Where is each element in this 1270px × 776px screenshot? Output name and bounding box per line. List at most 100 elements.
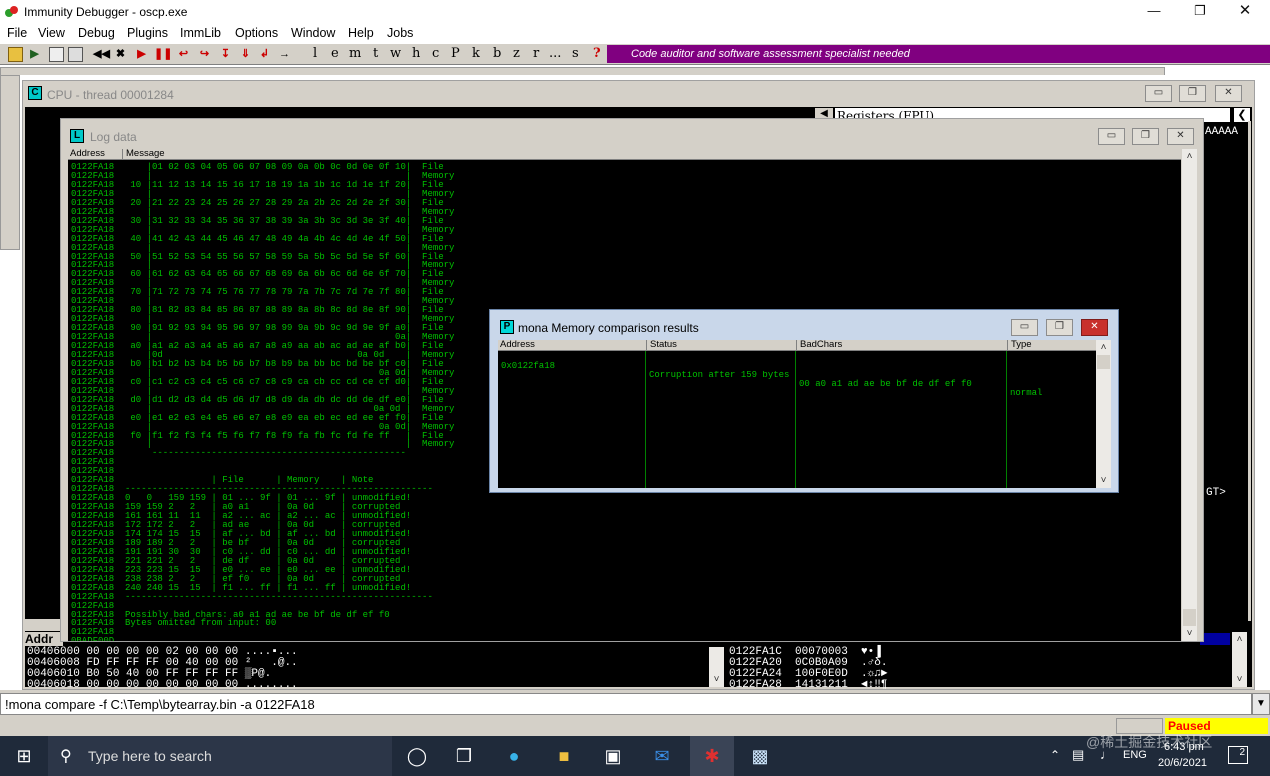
trace-over-icon[interactable]: ⇓ — [238, 47, 253, 62]
task-view-icon[interactable]: ❐ — [450, 742, 478, 770]
stack-scrollbar[interactable]: ˄ ˅ — [1232, 632, 1247, 687]
restart-icon[interactable]: ◀◀ — [93, 47, 110, 62]
mona-restore-button[interactable]: ❐ — [1046, 319, 1073, 336]
command-input[interactable] — [1, 694, 1251, 714]
cpu-titlebar[interactable]: C CPU - thread 00001284 ▭ ❐ ✕ — [23, 81, 1254, 105]
cpu-close-button[interactable]: ✕ — [1215, 85, 1242, 102]
log-scroll-down-icon[interactable]: ˅ — [1182, 626, 1197, 641]
log-scrollbar[interactable]: ˄ ˅ — [1182, 149, 1197, 641]
toolbar-e[interactable]: e — [331, 46, 339, 61]
notepad-icon[interactable]: ▩ — [746, 742, 774, 770]
edge-icon[interactable]: ● — [500, 742, 528, 770]
menu-debug[interactable]: Debug — [78, 26, 115, 40]
log-row-message: ----------------------------------------… — [125, 448, 406, 459]
minimize-button[interactable]: — — [1131, 0, 1177, 23]
toolbar-k[interactable]: k — [472, 46, 480, 61]
taskbar-search[interactable]: ⚲ Type here to search — [48, 736, 392, 776]
mona-col-badchars[interactable]: BadChars — [796, 340, 842, 350]
dump-scroll-down-icon[interactable]: ˅ — [709, 672, 724, 687]
toolbar-r[interactable]: r — [533, 46, 539, 61]
command-dropdown-icon[interactable]: ▼ — [1252, 693, 1270, 715]
menu-file[interactable]: File — [7, 26, 27, 40]
mona-titlebar[interactable]: P mona Memory comparison results ▭ ❐ ✕ — [490, 310, 1118, 340]
attach-icon[interactable]: ▶ — [27, 47, 42, 62]
goto-icon[interactable]: → — [277, 47, 292, 62]
notification-icon[interactable]: 2 — [1228, 746, 1248, 764]
log-scroll-up-icon[interactable]: ˄ — [1182, 149, 1197, 164]
dump-scrollbar[interactable]: ˅ — [709, 647, 724, 687]
menu-window[interactable]: Window — [291, 26, 335, 40]
toolbar-m[interactable]: m — [349, 46, 361, 61]
dump-row: 00406000 00 00 00 00 02 00 00 00 ....▪..… — [27, 646, 298, 658]
mona-scroll-thumb[interactable] — [1097, 355, 1110, 369]
mona-window-icon: P — [500, 320, 514, 334]
trace-into-icon[interactable]: ↧ — [218, 47, 233, 62]
search-icon: ⚲ — [60, 748, 72, 765]
registers-scroll-right-icon[interactable]: ❮ — [1234, 108, 1250, 122]
dump-pane[interactable]: 00406000 00 00 00 00 02 00 00 00 ....▪..… — [27, 646, 707, 691]
mona-close-button[interactable]: ✕ — [1081, 319, 1108, 336]
menu-immlib[interactable]: ImmLib — [180, 26, 221, 40]
toolbar-help[interactable]: ? — [593, 46, 601, 61]
mona-scrollbar[interactable]: ˄ ˅ — [1096, 340, 1111, 488]
cortana-icon[interactable]: ◯ — [403, 742, 431, 770]
toolbar-h[interactable]: h — [412, 46, 420, 61]
terminate-icon[interactable]: ✖ — [113, 47, 128, 62]
log-col-address[interactable]: Address — [70, 149, 105, 159]
toolbar-b[interactable]: b — [493, 46, 501, 61]
mona-scroll-up-icon[interactable]: ˄ — [1096, 340, 1111, 355]
immunity-taskbar-icon[interactable]: ✱ — [690, 736, 734, 776]
step-into-icon[interactable]: ↩ — [176, 47, 191, 62]
start-icon[interactable]: ⊞ — [10, 742, 38, 770]
mona-col-address[interactable]: Address — [500, 340, 535, 350]
stack-pane[interactable]: 0122FA1C 00070003 ♥•▐ 0122FA20 0C0B0A09 … — [729, 647, 1219, 691]
menu-jobs[interactable]: Jobs — [387, 26, 413, 40]
toolbar-s[interactable]: s — [572, 46, 579, 61]
mona-scroll-down-icon[interactable]: ˅ — [1096, 473, 1111, 488]
mona-result-row[interactable]: 0x0122fa18 Corruption after 159 bytes 00… — [498, 353, 1096, 398]
mona-col-type[interactable]: Type — [1007, 340, 1032, 350]
view-icon[interactable] — [49, 47, 64, 62]
toolbar-w[interactable]: w — [390, 46, 401, 61]
menu-view[interactable]: View — [38, 26, 65, 40]
menu-options[interactable]: Options — [235, 26, 278, 40]
mdi-workspace: C CPU - thread 00001284 ▭ ❐ ✕ ◀ Register… — [0, 65, 1270, 691]
log-close-button[interactable]: ✕ — [1167, 128, 1194, 145]
menu-help[interactable]: Help — [348, 26, 374, 40]
log-minimize-button[interactable]: ▭ — [1098, 128, 1125, 145]
toolbar-l[interactable]: l — [313, 46, 317, 61]
toolbar-c[interactable]: c — [432, 46, 439, 61]
pause-icon[interactable]: ❚❚ — [154, 47, 172, 62]
run-icon[interactable]: ▶ — [134, 47, 149, 62]
mona-col-status[interactable]: Status — [646, 340, 677, 350]
stack-row: 0122FA28 14131211 ◄↕‼¶ — [729, 679, 888, 691]
close-button[interactable]: ✕ — [1222, 0, 1268, 23]
mona-minimize-button[interactable]: ▭ — [1011, 319, 1038, 336]
toolbar-p[interactable]: P — [451, 46, 460, 61]
maximize-button[interactable]: ❐ — [1177, 0, 1223, 23]
toolbar-dots[interactable]: ... — [549, 46, 561, 61]
clock-date[interactable]: 20/6/2021 — [1158, 757, 1207, 769]
menu-plugins[interactable]: Plugins — [127, 26, 168, 40]
log-titlebar[interactable]: L Log data ▭ ❐ ✕ — [61, 119, 1203, 145]
stack-scroll-down-icon[interactable]: ˅ — [1232, 672, 1247, 687]
toolbar-z[interactable]: z — [513, 46, 520, 61]
step-over-icon[interactable]: ↪ — [197, 47, 212, 62]
mona-results-pane[interactable]: 0x0122fa18 Corruption after 159 bytes 00… — [498, 351, 1096, 488]
cpu-restore-button[interactable]: ❐ — [1179, 85, 1206, 102]
mail-icon[interactable]: ✉ — [648, 742, 676, 770]
close-process-icon[interactable] — [68, 47, 83, 62]
network-icon[interactable]: ▤ — [1072, 747, 1084, 763]
execute-till-return-icon[interactable]: ↲ — [257, 47, 272, 62]
file-explorer-icon[interactable]: ■ — [550, 742, 578, 770]
stack-scroll-up-icon[interactable]: ˄ — [1232, 632, 1247, 647]
log-col-message[interactable]: Message — [122, 149, 165, 159]
store-icon[interactable]: ▣ — [599, 742, 627, 770]
cpu-minimize-button[interactable]: ▭ — [1145, 85, 1172, 102]
open-icon[interactable] — [8, 47, 23, 62]
tray-chevron-icon[interactable]: ⌃ — [1050, 748, 1060, 762]
toolbar-t[interactable]: t — [373, 46, 378, 61]
promo-banner[interactable]: Code auditor and software assessment spe… — [607, 45, 1270, 63]
log-scroll-thumb[interactable] — [1183, 609, 1196, 626]
log-restore-button[interactable]: ❐ — [1132, 128, 1159, 145]
